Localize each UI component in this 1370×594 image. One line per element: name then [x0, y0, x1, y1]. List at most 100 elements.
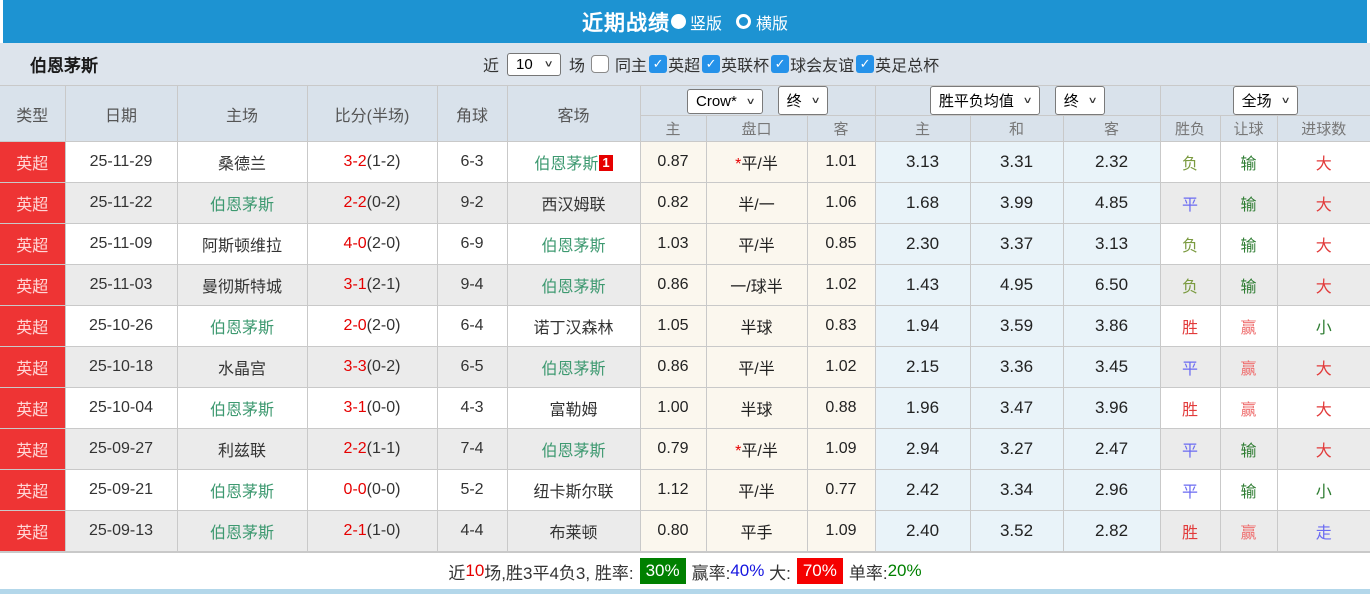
big-rate-label: 大: [769, 559, 791, 584]
halftime-score: (1-2) [367, 153, 401, 170]
result-cell: 平 [1160, 183, 1220, 224]
goals-result-cell: 大 [1277, 265, 1370, 306]
home-team: 桑德兰 [177, 142, 307, 183]
match-row: 英超25-11-29桑德兰3-2(1-2)6-3伯恩茅斯10.87*平/半1.0… [0, 142, 1370, 183]
corner-cell: 7-4 [437, 429, 507, 470]
fulltime-score: 2-2 [344, 194, 367, 211]
odds-company-select[interactable]: Crow* ∨ [687, 89, 763, 114]
avg-away: 3.13 [1063, 224, 1160, 265]
odds-home: 1.05 [640, 306, 706, 347]
team-label: 伯恩茅斯 [210, 484, 274, 501]
avg-draw: 3.59 [970, 306, 1063, 347]
team-label: 伯恩茅斯 [541, 279, 605, 296]
odds-away: 0.83 [807, 306, 875, 347]
horizontal-radio-icon[interactable] [736, 14, 751, 29]
scope-select[interactable]: 全场 ∨ [1233, 86, 1298, 115]
halftime-score: (0-2) [367, 194, 401, 211]
corner-cell: 9-4 [437, 265, 507, 306]
summary-bar: 近10场,胜3平4负3, 胜率:30%赢率:40% 大:70%单率:20% [0, 552, 1370, 589]
odds-away: 0.88 [807, 388, 875, 429]
corner-cell: 6-3 [437, 142, 507, 183]
odds-home: 0.86 [640, 265, 706, 306]
league-checkbox-0[interactable]: ✓ [649, 55, 667, 73]
avg-time-select[interactable]: 终 ∨ [1055, 86, 1105, 115]
team-label: 曼彻斯特城 [202, 279, 282, 296]
recent-results-panel: 近期战绩 竖版 横版 伯恩茅斯 近 10 ∨ 场 同主 ✓ 英超 ✓ 英联杯 ✓… [0, 0, 1370, 594]
odds-home: 0.80 [640, 511, 706, 552]
filter-bar: 伯恩茅斯 近 10 ∨ 场 同主 ✓ 英超 ✓ 英联杯 ✓ 球会友谊 ✓ 英足总… [0, 43, 1370, 85]
goals-result-cell: 大 [1277, 183, 1370, 224]
goals-result-cell: 大 [1277, 429, 1370, 470]
horizontal-mode-label[interactable]: 横版 [756, 10, 788, 34]
match-row: 英超25-11-03曼彻斯特城3-1(2-1)9-4伯恩茅斯0.86一/球半1.… [0, 265, 1370, 306]
fulltime-score: 2-1 [344, 522, 367, 539]
rank-badge: 1 [599, 155, 612, 171]
fulltime-score: 3-2 [344, 153, 367, 170]
odds-home: 0.87 [640, 142, 706, 183]
avg-draw: 3.27 [970, 429, 1063, 470]
avg-home: 2.94 [875, 429, 970, 470]
check-icon: ✓ [775, 56, 786, 72]
odds-home: 0.82 [640, 183, 706, 224]
vertical-radio-icon[interactable] [671, 14, 686, 29]
corner-cell: 9-2 [437, 183, 507, 224]
league-badge: 英超 [0, 347, 65, 388]
result-cell: 平 [1160, 429, 1220, 470]
avg-away: 2.82 [1063, 511, 1160, 552]
match-count-select[interactable]: 10 ∨ [507, 53, 561, 76]
score-cell: 2-2(1-1) [307, 429, 437, 470]
team-label: 伯恩茅斯 [210, 197, 274, 214]
result-cell: 胜 [1160, 306, 1220, 347]
fulltime-score: 3-1 [344, 276, 367, 293]
avg-away: 3.96 [1063, 388, 1160, 429]
match-row: 英超25-09-21伯恩茅斯0-0(0-0)5-2纽卡斯尔联1.12平/半0.7… [0, 470, 1370, 511]
bottom-strip [0, 589, 1370, 594]
avg-home: 2.40 [875, 511, 970, 552]
odds-away: 1.02 [807, 347, 875, 388]
vertical-mode-label[interactable]: 竖版 [690, 10, 722, 34]
same-venue-checkbox[interactable] [591, 55, 609, 73]
halftime-score: (0-0) [367, 481, 401, 498]
odds-time-value: 终 [787, 90, 802, 111]
chevron-down-icon: ∨ [543, 59, 553, 69]
goals-result-cell: 大 [1277, 347, 1370, 388]
match-row: 英超25-09-27利兹联2-2(1-1)7-4伯恩茅斯0.79*平/半1.09… [0, 429, 1370, 470]
col-date: 日期 [65, 86, 177, 142]
handicap-cell: *平/半 [706, 429, 807, 470]
results-table: 类型 日期 主场 比分(半场) 角球 客场 Crow* ∨ 终 ∨ [0, 85, 1370, 552]
home-team: 伯恩茅斯 [177, 306, 307, 347]
match-date: 25-11-22 [65, 183, 177, 224]
avg-home: 2.30 [875, 224, 970, 265]
match-date: 25-09-27 [65, 429, 177, 470]
avg-type-select[interactable]: 胜平负均值 ∨ [930, 86, 1040, 115]
halftime-score: (2-0) [367, 317, 401, 334]
league-label-3: 英足总杯 [875, 52, 939, 76]
away-team: 伯恩茅斯1 [507, 142, 640, 183]
league-checkbox-2[interactable]: ✓ [771, 55, 789, 73]
handicap-result-cell: 赢 [1220, 347, 1277, 388]
result-cell: 胜 [1160, 388, 1220, 429]
avg-away: 3.45 [1063, 347, 1160, 388]
page-title: 近期战绩 [582, 7, 670, 37]
away-team: 富勒姆 [507, 388, 640, 429]
odds-home: 0.86 [640, 347, 706, 388]
title-bar: 近期战绩 竖版 横版 [3, 0, 1367, 43]
subcol-avg-draw: 和 [970, 116, 1063, 142]
handicap-result-cell: 输 [1220, 265, 1277, 306]
match-date: 25-11-29 [65, 142, 177, 183]
result-cell: 平 [1160, 470, 1220, 511]
league-checkbox-1[interactable]: ✓ [702, 55, 720, 73]
col-type: 类型 [0, 86, 65, 142]
league-checkbox-3[interactable]: ✓ [856, 55, 874, 73]
halftime-score: (2-1) [367, 276, 401, 293]
avg-away: 2.47 [1063, 429, 1160, 470]
away-team: 布莱顿 [507, 511, 640, 552]
avg-home: 2.42 [875, 470, 970, 511]
team-label: 纽卡斯尔联 [533, 484, 613, 501]
col-away: 客场 [507, 86, 640, 142]
team-label: 水晶宫 [218, 361, 266, 378]
away-team: 伯恩茅斯 [507, 347, 640, 388]
big-rate-badge: 70% [797, 558, 843, 584]
subcol-handicap-result: 让球 [1220, 116, 1277, 142]
odds-time-select[interactable]: 终 ∨ [778, 86, 828, 115]
